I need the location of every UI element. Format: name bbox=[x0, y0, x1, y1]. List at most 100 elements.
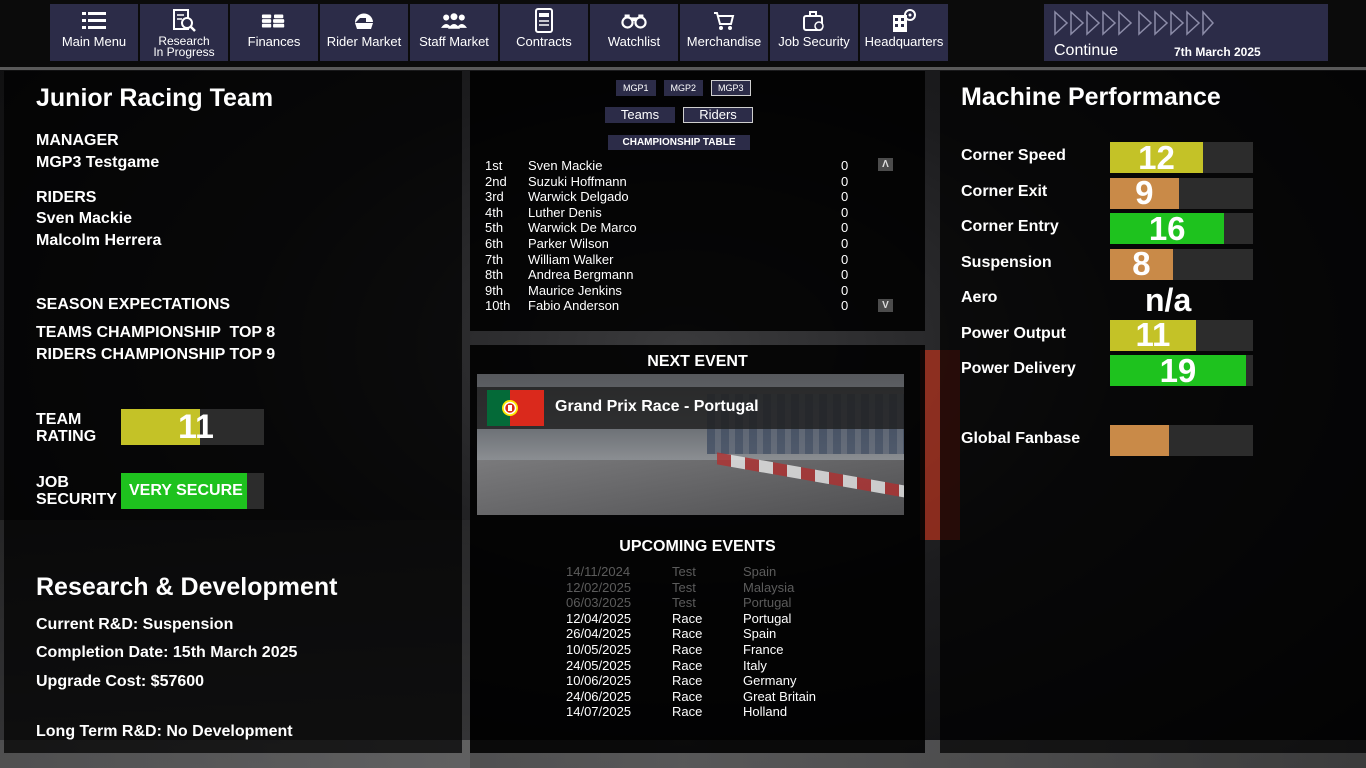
championship-pos: 6th bbox=[485, 236, 504, 251]
championship-pos: 5th bbox=[485, 220, 504, 236]
scroll-up-button[interactable]: Λ bbox=[878, 158, 893, 171]
machine-stat-bar: 19 bbox=[1110, 351, 1253, 389]
championship-row: 9th Maurice Jenkins 0 bbox=[485, 283, 865, 299]
event-type: Test bbox=[672, 564, 696, 579]
team-rating-label: TEAM RATING bbox=[36, 411, 97, 445]
event-country: Great Britain bbox=[743, 688, 816, 704]
machine-stat-label: Corner Exit bbox=[961, 182, 1048, 200]
tab-teams[interactable]: Teams bbox=[605, 107, 675, 123]
championship-name: Warwick Delgado bbox=[528, 189, 629, 205]
tier-mgp1-button[interactable]: MGP1 bbox=[616, 80, 656, 96]
event-country: Germany bbox=[743, 673, 797, 689]
continue-button[interactable]: Continue 7th March 2025 bbox=[1044, 4, 1328, 61]
machine-panel: Machine Performance Corner Speed 12 Corner… bbox=[940, 71, 1366, 753]
event-country: Portugal bbox=[743, 610, 792, 626]
championship-name: Sven Mackie bbox=[528, 158, 603, 173]
championship-row: 7th William Walker 0 bbox=[485, 252, 865, 268]
machine-stat-label: Corner Speed bbox=[961, 147, 1066, 164]
event-type: Test bbox=[672, 595, 696, 611]
team-name: Junior Racing Team bbox=[36, 84, 274, 112]
machine-stat-label: Power Delivery bbox=[961, 360, 1076, 377]
track-image bbox=[477, 460, 904, 515]
upcoming-event-row: 06/03/2025 Test Portugal bbox=[566, 595, 886, 611]
event-date: 14/07/2025 bbox=[566, 704, 632, 720]
nav-merchandise-button[interactable]: Merchandise bbox=[680, 4, 768, 61]
championship-pts: 0 bbox=[841, 298, 849, 314]
upcoming-event-row: 26/04/2025 Race Spain bbox=[566, 626, 886, 642]
event-date: 10/06/2025 bbox=[566, 673, 632, 689]
championship-name: Parker Wilson bbox=[528, 236, 609, 251]
championship-pts: 0 bbox=[841, 236, 849, 251]
championship-name: Suzuki Hoffmann bbox=[528, 173, 627, 189]
tier-mgp2-button[interactable]: MGP2 bbox=[663, 80, 704, 96]
event-date: 06/03/2025 bbox=[566, 595, 632, 611]
tab-riders[interactable]: Riders bbox=[683, 107, 753, 123]
events-panel: NEXT EVENT Grand Prix Race - Portugal UP… bbox=[470, 345, 925, 753]
event-country: Holland bbox=[743, 704, 788, 720]
nav-finances-button[interactable]: Finances bbox=[230, 4, 318, 61]
nav-main-menu-button[interactable]: Main Menu bbox=[50, 4, 138, 61]
main-nav: Main Menu Research In Progress Finances … bbox=[50, 4, 948, 61]
championship-row: 10th Fabio Anderson 0 bbox=[485, 298, 865, 314]
top-bar-divider bbox=[0, 67, 1366, 70]
machine-stat-value: n/a bbox=[1145, 282, 1192, 318]
fanbase-label: Global Fanbase bbox=[961, 430, 1081, 447]
nav-staff-market-button[interactable]: Staff Market bbox=[410, 4, 498, 61]
event-country: France bbox=[743, 642, 784, 657]
championship-name: Maurice Jenkins bbox=[528, 282, 622, 298]
upcoming-event-row: 24/06/2025 Race Great Britain bbox=[566, 689, 886, 705]
contract-icon bbox=[531, 8, 557, 33]
machine-stat-value: 8 bbox=[1132, 245, 1151, 282]
event-date: 24/06/2025 bbox=[566, 688, 632, 704]
nav-headquarters-button[interactable]: Headquarters bbox=[860, 4, 948, 61]
championship-pos: 3rd bbox=[485, 189, 504, 205]
machine-stat-bar: 8 bbox=[1110, 245, 1253, 282]
nav-contracts-button[interactable]: Contracts bbox=[500, 4, 588, 61]
teams-expectation: TEAMS CHAMPIONSHIP TOP 8 bbox=[36, 324, 276, 341]
championship-panel: MGP1 MGP2 MGP3 Teams Riders CHAMPIONSHIP… bbox=[470, 71, 925, 331]
championship-row: 2nd Suzuki Hoffmann 0 bbox=[485, 174, 865, 190]
next-event-card[interactable]: Grand Prix Race - Portugal bbox=[477, 374, 904, 515]
people-icon bbox=[441, 9, 467, 33]
nav-rider-market-button[interactable]: Rider Market bbox=[320, 4, 408, 61]
championship-tabs: Teams Riders bbox=[605, 107, 753, 123]
event-type: Race bbox=[672, 657, 703, 673]
nav-job-security-button[interactable]: Job Security bbox=[770, 4, 858, 61]
machine-stat-value: 12 bbox=[1138, 138, 1175, 176]
event-country: Spain bbox=[743, 564, 777, 579]
nav-label: Finances bbox=[247, 34, 301, 49]
team-panel: Junior Racing Team MANAGER MGP3 Testgame… bbox=[4, 71, 462, 753]
championship-pos: 10th bbox=[485, 298, 511, 314]
championship-pos: 1st bbox=[485, 158, 503, 173]
event-type: Race bbox=[672, 642, 703, 657]
upcoming-event-row: 10/05/2025 Race France bbox=[566, 642, 886, 658]
rider-name: Malcolm Herrera bbox=[36, 232, 162, 249]
upcoming-events-title: UPCOMING EVENTS bbox=[619, 538, 776, 555]
upcoming-event-row: 24/05/2025 Race Italy bbox=[566, 658, 886, 674]
nav-watchlist-button[interactable]: Watchlist bbox=[590, 4, 678, 61]
machine-stat-value: 19 bbox=[1159, 351, 1197, 389]
event-type: Race bbox=[672, 610, 703, 626]
upcoming-event-row: 14/11/2024 Test Spain bbox=[566, 564, 886, 580]
team-rating-value: 11 bbox=[178, 407, 214, 446]
championship-row: 6th Parker Wilson 0 bbox=[485, 236, 865, 252]
machine-stat-value: 11 bbox=[1135, 316, 1171, 353]
upcoming-event-row: 10/06/2025 Race Germany bbox=[566, 673, 886, 689]
championship-pos: 9th bbox=[485, 282, 504, 298]
nav-research-button[interactable]: Research In Progress bbox=[140, 4, 228, 61]
list-icon bbox=[81, 9, 107, 33]
next-event-strip: Grand Prix Race - Portugal bbox=[477, 387, 904, 429]
championship-pos: 7th bbox=[485, 251, 504, 267]
championship-row: 5th Warwick De Marco 0 bbox=[485, 220, 865, 236]
scroll-down-button[interactable]: V bbox=[878, 299, 893, 312]
championship-name: Fabio Anderson bbox=[528, 298, 620, 314]
nav-label: Research In Progress bbox=[153, 34, 215, 59]
team-rating-bar: 11 bbox=[121, 408, 264, 446]
event-country: Portugal bbox=[743, 595, 792, 611]
machine-stat-label: Aero bbox=[961, 289, 998, 306]
rnd-current: Current R&D: Suspension bbox=[36, 616, 234, 633]
tier-mgp3-button[interactable]: MGP3 bbox=[711, 80, 751, 96]
rnd-long-term: Long Term R&D: No Development bbox=[36, 723, 293, 740]
nav-label: Job Security bbox=[778, 34, 850, 49]
event-type: Race bbox=[672, 688, 703, 704]
